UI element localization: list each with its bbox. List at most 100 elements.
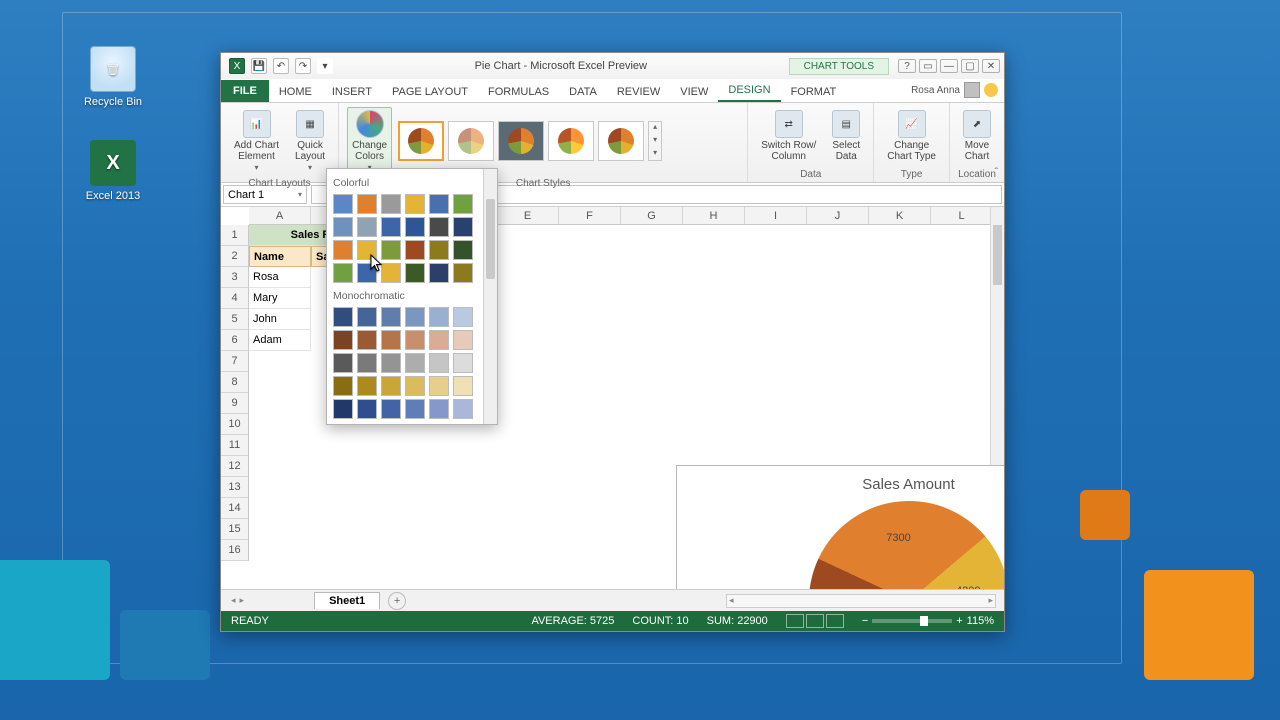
row-header[interactable]: 8 (221, 372, 248, 393)
row-header[interactable]: 5 (221, 309, 248, 330)
tab-review[interactable]: REVIEW (607, 82, 670, 102)
redo-button[interactable]: ↷ (295, 58, 311, 74)
zoom-in-icon[interactable]: + (956, 615, 962, 627)
tab-insert[interactable]: INSERT (322, 82, 382, 102)
tab-design[interactable]: DESIGN (718, 80, 780, 102)
gallery-more-button[interactable]: ▴▾▾ (648, 121, 662, 161)
tab-formulas[interactable]: FORMULAS (478, 82, 559, 102)
chart-object[interactable]: Sales Amount 7300420046006800 RosaMaryJo… (676, 465, 1004, 589)
row-header[interactable]: 1 (221, 225, 248, 246)
row-header[interactable]: 7 (221, 351, 248, 372)
row-headers[interactable]: 12345678910111213141516 (221, 225, 249, 561)
color-scheme-option[interactable] (333, 263, 491, 283)
row-header[interactable]: 14 (221, 498, 248, 519)
trash-icon: 🗑 (90, 46, 136, 92)
cell[interactable]: Name (249, 246, 311, 267)
cell[interactable]: Rosa (249, 267, 311, 288)
collapse-ribbon-icon[interactable]: ˆ (995, 167, 998, 178)
color-scheme-option[interactable] (333, 307, 491, 327)
color-swatch (405, 399, 425, 419)
tab-home[interactable]: HOME (269, 82, 322, 102)
panel-scrollbar[interactable] (483, 169, 497, 424)
move-chart-button[interactable]: ⬈ Move Chart (958, 107, 996, 165)
chart-style-thumb[interactable] (548, 121, 594, 161)
col-header[interactable]: J (807, 207, 869, 224)
contextual-tab-label: CHART TOOLS (789, 58, 889, 75)
row-header[interactable]: 16 (221, 540, 248, 561)
change-colors-button[interactable]: Change Colors (347, 107, 392, 176)
tab-view[interactable]: VIEW (670, 82, 718, 102)
color-scheme-option[interactable] (333, 217, 491, 237)
row-header[interactable]: 15 (221, 519, 248, 540)
switch-row-column-button[interactable]: ⇄ Switch Row/ Column (756, 107, 821, 165)
sheet-tab[interactable]: Sheet1 (314, 592, 380, 609)
col-header[interactable]: A (249, 207, 311, 224)
chart-style-thumb[interactable] (398, 121, 444, 161)
quick-layout-button[interactable]: ▦ Quick Layout (290, 107, 330, 176)
change-chart-type-button[interactable]: 📈 Change Chart Type (882, 107, 941, 165)
row-header[interactable]: 9 (221, 393, 248, 414)
account-user[interactable]: Rosa Anna (905, 78, 1004, 102)
chart-styles-gallery[interactable]: ▴▾▾ (398, 121, 662, 161)
row-header[interactable]: 11 (221, 435, 248, 456)
col-header[interactable]: H (683, 207, 745, 224)
select-data-button[interactable]: ▤ Select Data (827, 107, 865, 165)
row-header[interactable]: 4 (221, 288, 248, 309)
color-scheme-option[interactable] (333, 353, 491, 373)
color-swatch (333, 194, 353, 214)
col-header[interactable]: E (497, 207, 559, 224)
view-buttons[interactable] (786, 614, 844, 628)
add-sheet-button[interactable]: + (388, 592, 406, 610)
color-scheme-option[interactable] (333, 330, 491, 350)
zoom-control[interactable]: − + 115% (862, 615, 994, 627)
row-header[interactable]: 3 (221, 267, 248, 288)
minimize-button[interactable]: — (940, 59, 958, 73)
btn-label: Change Colors (352, 140, 387, 162)
pie-plot[interactable]: 7300420046006800 (809, 501, 1005, 589)
cell[interactable]: John (249, 309, 311, 330)
chart-style-thumb[interactable] (598, 121, 644, 161)
color-scheme-option[interactable] (333, 240, 491, 260)
row-header[interactable]: 2 (221, 246, 248, 267)
excel-desktop-icon[interactable]: X Excel 2013 (78, 140, 148, 202)
row-header[interactable]: 13 (221, 477, 248, 498)
tab-nav-next[interactable]: ▸ (240, 595, 245, 606)
feedback-smile-icon[interactable] (984, 83, 998, 97)
row-header[interactable]: 12 (221, 456, 248, 477)
color-scheme-option[interactable] (333, 376, 491, 396)
ribbon-options-button[interactable]: ▭ (919, 59, 937, 73)
color-swatch (357, 307, 377, 327)
tab-data[interactable]: DATA (559, 82, 607, 102)
excel-app-icon[interactable]: X (229, 58, 245, 74)
tab-format[interactable]: FORMAT (781, 82, 847, 102)
horizontal-scrollbar[interactable]: ◂ ▸ (726, 594, 996, 608)
help-button[interactable]: ? (898, 59, 916, 73)
row-header[interactable]: 6 (221, 330, 248, 351)
tab-file[interactable]: FILE (221, 80, 269, 102)
cell[interactable]: Mary (249, 288, 311, 309)
col-header[interactable]: L (931, 207, 993, 224)
tab-page-layout[interactable]: PAGE LAYOUT (382, 82, 478, 102)
zoom-slider[interactable] (872, 619, 952, 623)
change-colors-dropdown[interactable]: Colorful Monochromatic (326, 168, 498, 425)
chart-style-thumb[interactable] (498, 121, 544, 161)
row-header[interactable]: 10 (221, 414, 248, 435)
maximize-button[interactable]: ▢ (961, 59, 979, 73)
chart-style-thumb[interactable] (448, 121, 494, 161)
zoom-out-icon[interactable]: − (862, 615, 868, 627)
tab-nav-prev[interactable]: ◂ (231, 595, 236, 606)
col-header[interactable]: G (621, 207, 683, 224)
save-button[interactable]: 💾 (251, 58, 267, 74)
color-scheme-option[interactable] (333, 399, 491, 419)
close-button[interactable]: ✕ (982, 59, 1000, 73)
add-chart-element-button[interactable]: 📊 Add Chart Element (229, 107, 284, 176)
col-header[interactable]: K (869, 207, 931, 224)
qat-customize-icon[interactable]: ▾ (317, 58, 333, 74)
undo-button[interactable]: ↶ (273, 58, 289, 74)
chart-title[interactable]: Sales Amount (677, 466, 1004, 497)
cell[interactable]: Adam (249, 330, 311, 351)
color-scheme-option[interactable] (333, 194, 491, 214)
col-header[interactable]: I (745, 207, 807, 224)
recycle-bin-icon[interactable]: 🗑 Recycle Bin (78, 46, 148, 108)
col-header[interactable]: F (559, 207, 621, 224)
